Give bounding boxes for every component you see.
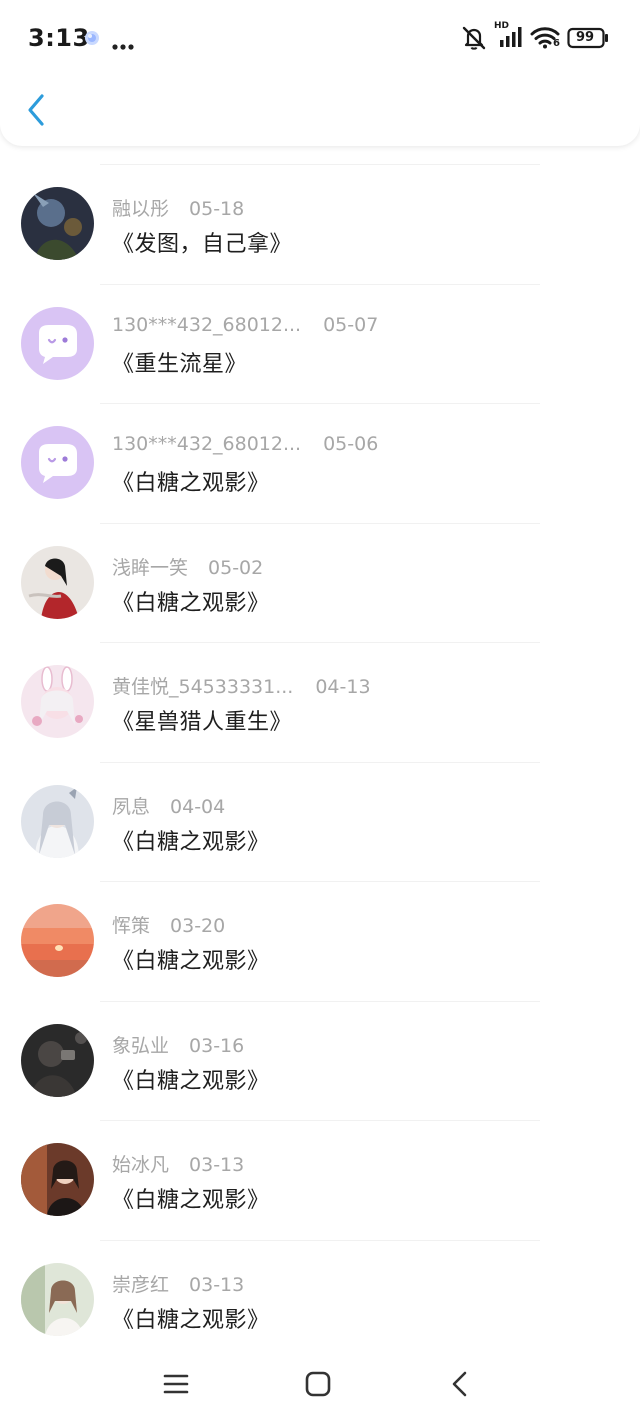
message-title: 《白糖之观影》 — [112, 949, 270, 974]
message-date: 05-06 — [323, 433, 379, 455]
message-date: 05-18 — [189, 198, 245, 220]
sender-name: 始冰凡 — [112, 1154, 170, 1176]
divider — [100, 522, 540, 524]
divider — [100, 1000, 540, 1002]
avatar[interactable] — [21, 545, 94, 619]
list-item[interactable]: 130***432_68012... 05-07 《重生流星》 — [0, 283, 640, 404]
list-item[interactable]: 融以彤 05-18 《发图，自己拿》 — [0, 164, 640, 284]
list-item[interactable]: 黄佳悦_54533331... 04-13 《星兽猎人重生》 — [0, 642, 640, 762]
menu-icon — [163, 1374, 189, 1394]
divider — [100, 1239, 540, 1241]
sender-meta: 夙息 04-04 — [112, 792, 225, 819]
message-title: 《白糖之观影》 — [112, 1188, 270, 1213]
avatar[interactable] — [21, 665, 94, 738]
message-title: 《发图，自己拿》 — [112, 232, 293, 257]
status-time: 3:13 — [28, 24, 90, 52]
assistant-icon — [82, 28, 102, 52]
divider — [100, 164, 540, 165]
sender-meta: 恽策 03-20 — [112, 911, 225, 938]
sender-name: 130***432_68012... — [112, 313, 302, 336]
message-title: 《重生流星》 — [112, 351, 248, 377]
header: 3:13 HD 6 99 — [0, 0, 640, 146]
battery-level: 99 — [576, 30, 595, 45]
avatar[interactable] — [21, 1143, 94, 1216]
message-date: 03-16 — [189, 1034, 245, 1057]
sender-meta: 130***432_68012... 05-07 — [112, 314, 378, 336]
message-title: 《白糖之观影》 — [112, 1068, 270, 1094]
list-item[interactable]: 崇彦红 03-13 《白糖之观影》 — [0, 1239, 640, 1360]
wifi-badge: 6 — [553, 38, 560, 49]
back-button[interactable] — [16, 86, 56, 134]
sender-meta: 崇彦红 03-13 — [112, 1270, 244, 1297]
sender-name: 夙息 — [112, 795, 151, 818]
divider — [100, 761, 540, 763]
divider — [100, 881, 540, 882]
message-title: 《白糖之观影》 — [112, 590, 270, 616]
list-item[interactable]: 夙息 04-04 《白糖之观影》 — [0, 761, 640, 882]
sender-name: 130***432_68012... — [112, 433, 302, 455]
menu-button[interactable] — [152, 1366, 200, 1402]
list-item[interactable]: 恽策 03-20 《白糖之观影》 — [0, 881, 640, 1001]
message-title: 《白糖之观影》 — [112, 1307, 270, 1333]
default-avatar[interactable] — [21, 426, 94, 499]
avatar[interactable] — [21, 1262, 94, 1336]
list-item[interactable]: 始冰凡 03-13 《白糖之观影》 — [0, 1120, 640, 1240]
message-date: 03-13 — [189, 1273, 245, 1296]
divider — [100, 403, 540, 404]
message-title: 《星兽猎人重生》 — [112, 710, 293, 735]
message-date: 05-02 — [208, 556, 264, 579]
message-date: 03-13 — [189, 1154, 245, 1176]
system-navbar — [0, 1350, 640, 1422]
message-date: 05-07 — [323, 313, 379, 336]
message-date: 03-20 — [170, 915, 226, 937]
system-back-button[interactable] — [436, 1366, 484, 1402]
avatar[interactable] — [21, 1023, 94, 1097]
message-list: 融以彤 05-18 《发图，自己拿》 130***432_68012... 05-0… — [0, 164, 640, 1359]
home-button[interactable] — [294, 1366, 342, 1402]
message-title: 《白糖之观影》 — [112, 471, 270, 496]
sender-meta: 黄佳悦_54533331... 04-13 — [112, 672, 371, 699]
message-date: 04-04 — [170, 795, 226, 818]
sender-meta: 浅眸一笑 05-02 — [112, 553, 263, 580]
sender-meta: 融以彤 05-18 — [112, 194, 244, 221]
sender-meta: 象弘业 03-16 — [112, 1031, 244, 1058]
divider — [100, 1120, 540, 1121]
sender-meta: 130***432_68012... 05-06 — [112, 433, 378, 455]
chevron-left-icon — [28, 94, 44, 126]
message-date: 04-13 — [315, 676, 371, 698]
avatar[interactable] — [21, 784, 94, 858]
list-item[interactable]: 130***432_68012... 05-06 《白糖之观影》 — [0, 403, 640, 523]
more-dots-icon — [112, 35, 134, 54]
list-item[interactable]: 象弘业 03-16 《白糖之观影》 — [0, 1000, 640, 1121]
sender-meta: 始冰凡 03-13 — [112, 1150, 244, 1177]
list-item[interactable]: 浅眸一笑 05-02 《白糖之观影》 — [0, 522, 640, 643]
divider — [100, 642, 540, 643]
status-bar: 3:13 HD 6 99 — [0, 0, 640, 78]
divider — [100, 283, 540, 285]
back-triangle-icon — [452, 1371, 467, 1397]
sender-name: 浅眸一笑 — [112, 556, 189, 579]
message-title: 《白糖之观影》 — [112, 829, 270, 855]
hd-label: HD — [494, 21, 510, 31]
avatar[interactable] — [21, 904, 94, 977]
mute-bell-icon — [460, 25, 488, 55]
sender-name: 融以彤 — [112, 198, 170, 220]
avatar[interactable] — [21, 187, 94, 260]
screen: 3:13 HD 6 99 融以彤 05-18 《发图，自己拿》 130***43… — [0, 0, 640, 1422]
sender-name: 恽策 — [112, 915, 151, 937]
home-square-icon — [305, 1371, 331, 1397]
sender-name: 崇彦红 — [112, 1273, 170, 1296]
sender-name: 象弘业 — [112, 1034, 170, 1057]
default-avatar[interactable] — [21, 306, 94, 380]
sender-name: 黄佳悦_54533331... — [112, 676, 294, 698]
